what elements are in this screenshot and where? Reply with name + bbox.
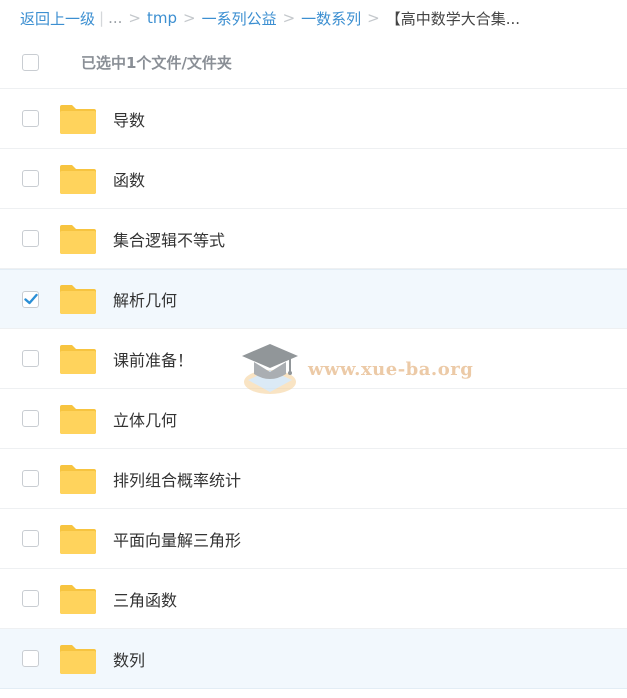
breadcrumb: 返回上一级 | ... > tmp > 一系列公益 > 一数系列 > 【高中数学…: [0, 0, 627, 36]
back-link[interactable]: 返回上一级: [20, 8, 95, 29]
breadcrumb-divider: |: [99, 9, 105, 27]
watermark-text: www.xue-ba.org: [308, 358, 474, 380]
file-browser: 返回上一级 | ... > tmp > 一系列公益 > 一数系列 > 【高中数学…: [0, 0, 627, 698]
folder-icon: [60, 164, 96, 194]
file-row[interactable]: 立体几何: [0, 389, 627, 449]
breadcrumb-item-gongyi[interactable]: 一系列公益: [202, 8, 277, 29]
graduation-cap-icon: [242, 344, 298, 394]
folder-icon: [60, 584, 96, 614]
file-row[interactable]: 导数: [0, 89, 627, 149]
file-name[interactable]: 导数: [113, 107, 145, 131]
breadcrumb-ellipsis[interactable]: ...: [108, 9, 122, 27]
file-name[interactable]: 排列组合概率统计: [113, 467, 241, 491]
file-row[interactable]: 平面向量解三角形: [0, 509, 627, 569]
file-row[interactable]: 集合逻辑不等式: [0, 209, 627, 269]
selection-count: 已选中1个文件/文件夹: [81, 53, 232, 72]
folder-icon: [60, 404, 96, 434]
breadcrumb-current: 【高中数学大合集...: [385, 9, 521, 28]
breadcrumb-item-tmp[interactable]: tmp: [147, 9, 177, 27]
breadcrumb-separator: >: [282, 9, 296, 27]
row-checkbox[interactable]: [22, 230, 39, 247]
row-checkbox[interactable]: [22, 290, 39, 308]
folder-icon: [60, 285, 96, 314]
row-checkbox[interactable]: [22, 590, 39, 607]
file-name[interactable]: 数列: [113, 647, 145, 671]
folder-icon: [60, 344, 96, 374]
row-checkbox[interactable]: [22, 650, 39, 667]
file-row[interactable]: 三角函数: [0, 569, 627, 629]
checkmark-icon: [23, 293, 38, 305]
row-checkbox[interactable]: [22, 110, 39, 127]
file-row[interactable]: 排列组合概率统计: [0, 449, 627, 509]
select-all-checkbox[interactable]: [22, 53, 39, 71]
folder-icon: [60, 224, 96, 254]
watermark: www.xue-ba.org: [240, 340, 473, 398]
file-name[interactable]: 解析几何: [113, 287, 177, 311]
file-row[interactable]: 函数: [0, 149, 627, 209]
select-all-bar: 已选中1个文件/文件夹: [0, 36, 627, 89]
folder-icon: [60, 104, 96, 134]
folder-icon: [60, 524, 96, 554]
file-row[interactable]: 数列: [0, 629, 627, 689]
file-name[interactable]: 集合逻辑不等式: [113, 227, 225, 251]
breadcrumb-item-yishu[interactable]: 一数系列: [301, 8, 361, 29]
row-checkbox[interactable]: [22, 350, 39, 367]
breadcrumb-separator: >: [128, 9, 141, 27]
breadcrumb-separator: >: [367, 9, 380, 27]
row-checkbox[interactable]: [22, 410, 39, 427]
file-name[interactable]: 立体几何: [113, 407, 177, 431]
breadcrumb-separator: >: [182, 9, 196, 27]
row-checkbox[interactable]: [22, 530, 39, 547]
row-checkbox[interactable]: [22, 170, 39, 187]
file-name[interactable]: 课前准备！: [113, 347, 193, 371]
folder-icon: [60, 644, 96, 674]
file-name[interactable]: 三角函数: [113, 587, 177, 611]
folder-icon: [60, 464, 96, 494]
row-checkbox[interactable]: [22, 470, 39, 487]
file-row[interactable]: 解析几何: [0, 269, 627, 329]
file-name[interactable]: 平面向量解三角形: [113, 527, 241, 551]
file-name[interactable]: 函数: [113, 167, 145, 191]
